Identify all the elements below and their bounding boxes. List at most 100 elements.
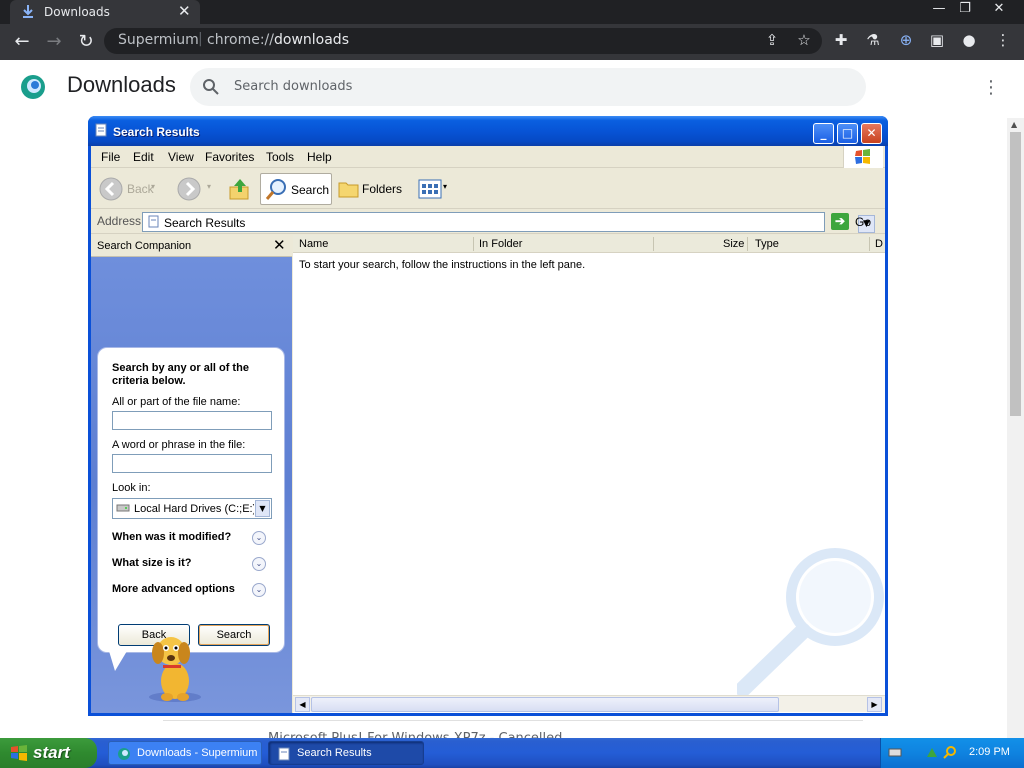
look-in-label: Look in:: [112, 482, 151, 494]
start-button[interactable]: start: [0, 738, 97, 768]
page-menu-icon[interactable]: ⋮: [982, 78, 1000, 98]
document-icon: [278, 747, 290, 761]
menu-favorites[interactable]: Favorites: [205, 150, 254, 164]
what-size-option[interactable]: What size is it?: [112, 557, 191, 569]
column-size[interactable]: Size: [723, 238, 744, 250]
share-icon[interactable]: ⇪: [761, 31, 783, 51]
views-grid-icon: [418, 179, 442, 199]
search-tray-icon[interactable]: [943, 745, 957, 759]
search-button[interactable]: Search: [260, 173, 332, 205]
back-arrow-icon[interactable]: ←: [9, 29, 35, 55]
forward-arrow-icon: [177, 177, 201, 201]
profile-avatar-icon[interactable]: ●: [958, 31, 980, 51]
url-text: chrome://downloads: [207, 32, 349, 48]
download-progress-icon[interactable]: ⊕: [895, 31, 917, 51]
results-pane: Name In Folder Size Type D To start your…: [293, 235, 885, 713]
taskbar-item-search-results[interactable]: Search Results: [268, 741, 424, 765]
column-in-folder[interactable]: In Folder: [479, 238, 522, 250]
column-divider[interactable]: [653, 237, 654, 251]
phrase-input[interactable]: [112, 454, 272, 473]
go-arrow-icon: ➔: [831, 213, 849, 230]
expand-chevron-icon[interactable]: ⌄: [252, 531, 266, 545]
scroll-up-icon[interactable]: ▲: [1011, 120, 1017, 129]
menu-tools[interactable]: Tools: [266, 150, 294, 164]
keyboard-icon[interactable]: [888, 745, 902, 759]
network-icon[interactable]: [925, 745, 939, 759]
speech-bubble-tail: [109, 651, 127, 671]
reload-icon[interactable]: ↻: [73, 29, 99, 55]
up-folder-icon: [229, 179, 249, 200]
restore-window-button[interactable]: ❐: [948, 0, 982, 18]
tab-close-icon[interactable]: ✕: [178, 2, 191, 20]
companion-header: Search Companion ✕: [91, 235, 292, 257]
results-instructions: To start your search, follow the instruc…: [299, 259, 586, 271]
forward-arrow-icon[interactable]: →: [41, 29, 67, 55]
download-icon: [23, 5, 33, 18]
back-button[interactable]: Back ▾: [99, 173, 159, 205]
expand-chevron-icon[interactable]: ⌄: [252, 583, 266, 597]
column-divider[interactable]: [747, 237, 748, 251]
criteria-heading: Search by any or all of the criteria bel…: [112, 362, 249, 387]
browser-menu-icon[interactable]: ⋮: [992, 31, 1014, 51]
system-tray: 2:09 PM: [880, 738, 1024, 768]
downloads-search-box[interactable]: Search downloads: [190, 68, 866, 106]
page-scrollbar[interactable]: ▲: [1007, 118, 1024, 738]
scroll-left-icon[interactable]: ◀: [295, 697, 310, 712]
search-icon: [265, 179, 286, 200]
windows-flag-icon: [11, 745, 27, 761]
advanced-options[interactable]: More advanced options: [112, 583, 235, 595]
forward-button[interactable]: ▾: [177, 173, 217, 205]
close-button[interactable]: ✕: [861, 123, 882, 144]
close-companion-icon[interactable]: ✕: [273, 236, 286, 254]
column-name[interactable]: Name: [299, 238, 328, 250]
folders-button[interactable]: Folders: [336, 173, 406, 205]
look-in-dropdown-icon[interactable]: ▼: [255, 500, 270, 517]
views-button[interactable]: ▾: [416, 173, 450, 205]
labs-flask-icon[interactable]: ⚗: [862, 31, 884, 51]
page-title: Downloads: [67, 72, 176, 97]
horizontal-scrollbar[interactable]: ◀ ▶: [293, 695, 885, 712]
results-column-headers: Name In Folder Size Type D: [293, 235, 885, 253]
maximize-button[interactable]: □: [837, 123, 858, 144]
column-type[interactable]: Type: [755, 238, 779, 250]
site-label: Supermium: [118, 32, 199, 48]
taskbar-item-downloads[interactable]: Downloads - Supermium: [108, 741, 262, 765]
folder-icon: [338, 182, 359, 198]
tab-title: Downloads: [44, 5, 110, 19]
when-modified-option[interactable]: When was it modified?: [112, 531, 231, 543]
column-divider[interactable]: [473, 237, 474, 251]
phrase-label: A word or phrase in the file:: [112, 439, 246, 451]
column-date[interactable]: D: [875, 238, 883, 250]
window-title-bar[interactable]: Search Results _ □ ✕: [88, 116, 888, 146]
hard-drive-icon: [116, 504, 130, 512]
document-icon: [148, 215, 159, 228]
up-folder-button[interactable]: [226, 173, 252, 205]
menu-view[interactable]: View: [168, 150, 194, 164]
divider: [163, 720, 863, 721]
scroll-right-icon[interactable]: ▶: [867, 697, 882, 712]
window-title: Search Results: [113, 125, 200, 139]
column-divider[interactable]: [869, 237, 870, 251]
search-placeholder: Search downloads: [234, 79, 353, 94]
go-button[interactable]: ➔ Go: [831, 212, 881, 232]
minimize-button[interactable]: _: [813, 123, 834, 144]
rover-dog-icon: [149, 637, 201, 702]
address-bar[interactable]: Supermium | chrome://downloads: [104, 28, 822, 54]
horizontal-scroll-thumb[interactable]: [311, 697, 779, 712]
document-icon: [95, 123, 107, 137]
address-input[interactable]: Search Results ▼: [142, 212, 875, 233]
close-window-button[interactable]: ✕: [982, 0, 1016, 18]
back-arrow-icon: [99, 177, 123, 201]
menu-edit[interactable]: Edit: [133, 150, 154, 164]
expand-chevron-icon[interactable]: ⌄: [252, 557, 266, 571]
side-panel-icon[interactable]: ▣: [926, 31, 948, 51]
bookmark-star-icon[interactable]: ☆: [793, 31, 815, 51]
browser-tab-downloads[interactable]: Downloads ✕: [10, 0, 200, 24]
file-name-input[interactable]: [112, 411, 272, 430]
menu-file[interactable]: File: [101, 150, 120, 164]
look-in-select[interactable]: Local Hard Drives (C:;E:) ▼: [112, 498, 272, 519]
menu-help[interactable]: Help: [307, 150, 332, 164]
extensions-icon[interactable]: ✚: [830, 31, 852, 51]
scrollbar-thumb[interactable]: [1010, 132, 1021, 416]
search-submit-button[interactable]: Search: [198, 624, 270, 646]
